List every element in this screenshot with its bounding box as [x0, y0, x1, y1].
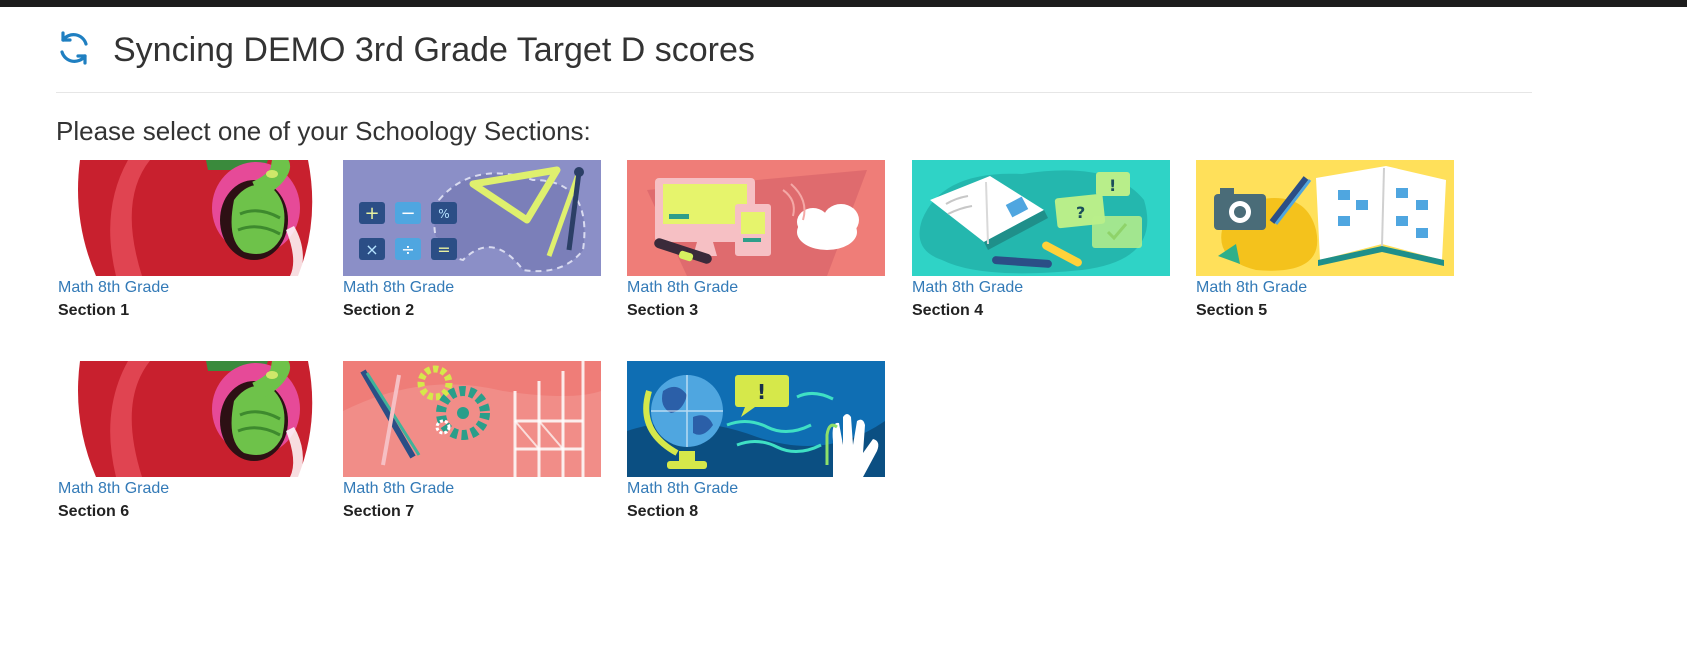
section-label: Section 1 — [58, 302, 130, 319]
camera-book-image[interactable] — [1196, 160, 1454, 276]
math-tools-image[interactable]: + − % × ÷ = — [343, 160, 601, 276]
section-card[interactable]: ! Math 8th Grade Section 8 — [627, 361, 885, 531]
section-label: Section 3 — [627, 302, 699, 319]
course-link[interactable]: Math 8th Grade — [627, 480, 738, 498]
course-link[interactable]: Math 8th Grade — [58, 279, 169, 297]
section-card[interactable]: Math 8th Grade Section 3 — [627, 160, 885, 330]
section-label: Section 6 — [58, 503, 130, 520]
page-title: Syncing DEMO 3rd Grade Target D scores — [113, 31, 755, 69]
section-select-prompt: Please select one of your Schoology Sect… — [56, 116, 591, 146]
computer-cloud-image[interactable] — [627, 160, 885, 276]
course-link[interactable]: Math 8th Grade — [343, 480, 454, 498]
svg-text:÷: ÷ — [401, 240, 414, 259]
course-link[interactable]: Math 8th Grade — [343, 279, 454, 297]
course-link[interactable]: Math 8th Grade — [1196, 279, 1307, 297]
section-card[interactable]: + − % × ÷ = Math 8th Grade Section 2 — [343, 160, 601, 330]
sync-icon — [56, 30, 92, 66]
gears-tower-image[interactable] — [343, 361, 601, 477]
section-label: Section 2 — [343, 302, 415, 319]
section-label: Section 7 — [343, 503, 415, 520]
course-link[interactable]: Math 8th Grade — [912, 279, 1023, 297]
svg-text:!: ! — [757, 380, 766, 404]
section-card[interactable]: ? ! Math 8th Grade Section 4 — [912, 160, 1170, 330]
course-link[interactable]: Math 8th Grade — [627, 279, 738, 297]
section-card[interactable]: Math 8th Grade Section 1 — [58, 160, 316, 330]
apple-worm-image[interactable] — [58, 361, 316, 477]
section-card[interactable]: Math 8th Grade Section 7 — [343, 361, 601, 531]
section-label: Section 5 — [1196, 302, 1268, 319]
svg-text:?: ? — [1076, 203, 1085, 222]
section-card[interactable]: Math 8th Grade Section 6 — [58, 361, 316, 531]
svg-text:=: = — [437, 240, 450, 259]
globe-hand-image[interactable]: ! — [627, 361, 885, 477]
svg-text:%: % — [438, 207, 449, 221]
open-book-chat-image[interactable]: ? ! — [912, 160, 1170, 276]
svg-text:!: ! — [1109, 176, 1116, 195]
section-label: Section 8 — [627, 503, 699, 520]
svg-text:×: × — [365, 240, 378, 259]
page-header: Syncing DEMO 3rd Grade Target D scores — [56, 28, 1532, 93]
course-link[interactable]: Math 8th Grade — [58, 480, 169, 498]
section-card[interactable]: Math 8th Grade Section 5 — [1196, 160, 1454, 330]
apple-worm-image[interactable] — [58, 160, 316, 276]
svg-text:−: − — [400, 203, 415, 224]
section-label: Section 4 — [912, 302, 984, 319]
svg-text:+: + — [364, 203, 379, 224]
top-bar — [0, 0, 1687, 7]
